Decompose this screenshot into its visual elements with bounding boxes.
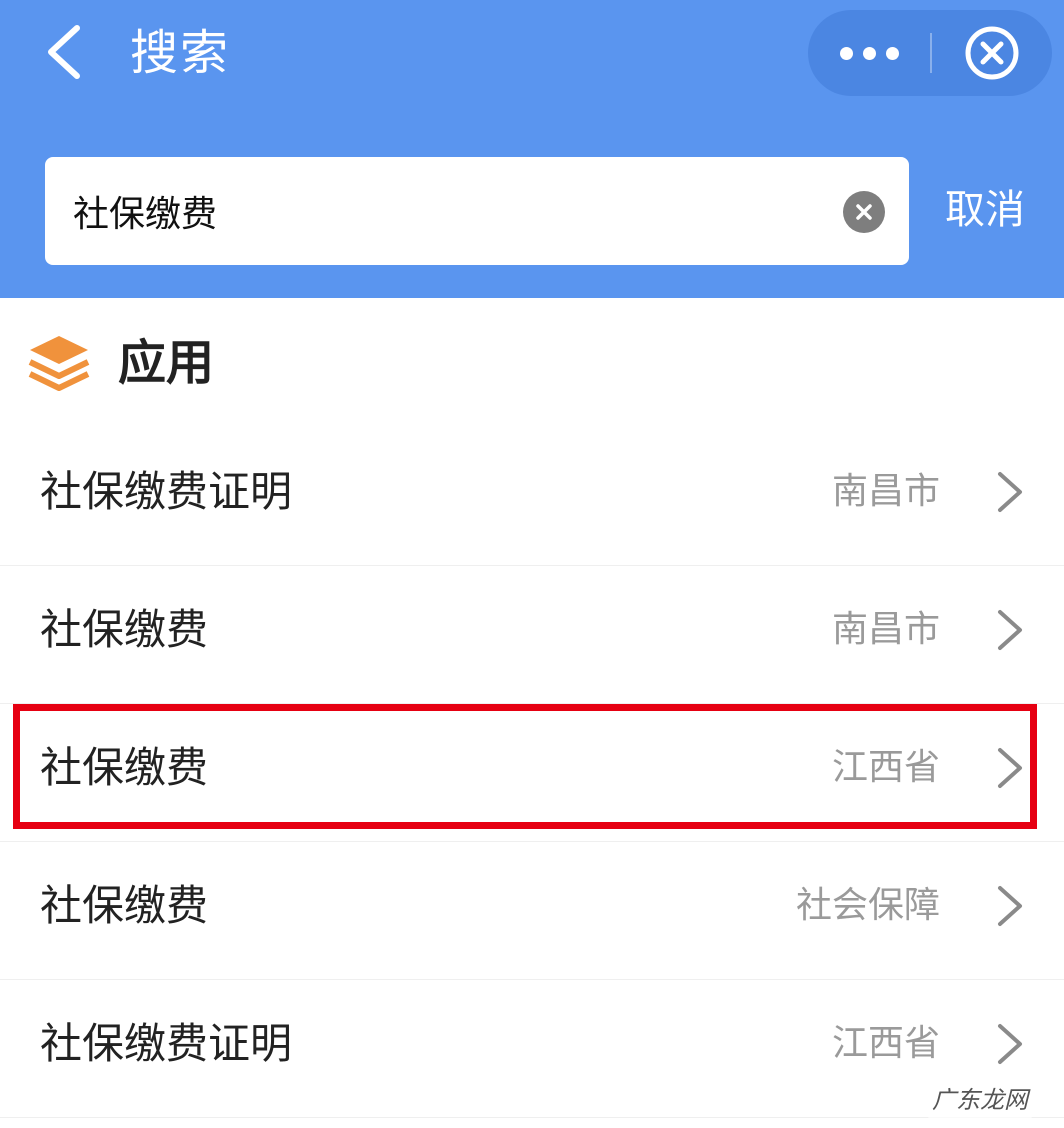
chevron-right-icon — [998, 748, 1022, 788]
chevron-right-icon — [998, 886, 1022, 926]
search-box — [45, 157, 909, 265]
layers-icon — [28, 336, 90, 391]
more-button[interactable] — [808, 10, 930, 96]
search-input[interactable] — [73, 157, 833, 265]
item-region: 南昌市 — [831, 471, 940, 512]
chevron-left-icon — [48, 25, 80, 79]
header-bar: 搜索 社保缴费 取消 — [0, 0, 1064, 298]
list-item[interactable]: 社保缴费 江西省 — [0, 704, 1064, 842]
item-region: 南昌市 — [831, 609, 940, 650]
close-circle-icon — [965, 26, 1019, 80]
list-item[interactable]: 社保缴费证明 南昌市 — [0, 428, 1064, 566]
list-item[interactable]: 社保缴费 社会保障 — [0, 842, 1064, 980]
item-title: 社保缴费 — [40, 605, 209, 654]
list-item[interactable]: 社保缴费 南昌市 — [0, 566, 1064, 704]
clear-button[interactable] — [843, 191, 885, 233]
chevron-right-icon — [998, 610, 1022, 650]
result-list: 社保缴费证明 南昌市 社保缴费 南昌市 社保缴费 江西省 社保缴费 社会保障 社… — [0, 428, 1064, 1118]
page-title: 搜索 — [130, 25, 231, 81]
list-item[interactable]: 社保缴费证明 江西省 — [0, 980, 1064, 1118]
cancel-button[interactable]: 取消 — [930, 170, 1040, 250]
item-title: 社保缴费证明 — [40, 467, 293, 516]
item-region: 江西省 — [831, 1023, 940, 1064]
item-region: 江西省 — [831, 747, 940, 788]
mini-program-capsule — [808, 10, 1052, 96]
item-title: 社保缴费 — [40, 881, 209, 930]
close-button[interactable] — [932, 10, 1052, 96]
watermark: 广东龙网 — [928, 1080, 1032, 1120]
item-title: 社保缴费 — [40, 743, 209, 792]
item-region: 社会保障 — [795, 885, 940, 926]
item-title: 社保缴费证明 — [40, 1019, 293, 1068]
section-header: 应用 — [0, 298, 1064, 428]
page: 搜索 社保缴费 取消 应用 社保缴费证明 南昌市 社保缴费 南昌市 社保缴费 江… — [0, 0, 1064, 1128]
chevron-right-icon — [998, 1024, 1022, 1064]
back-button[interactable] — [28, 14, 98, 90]
clear-icon — [856, 204, 872, 220]
chevron-right-icon — [998, 472, 1022, 512]
section-title: 应用 — [118, 335, 215, 391]
more-dots-icon — [839, 46, 899, 60]
